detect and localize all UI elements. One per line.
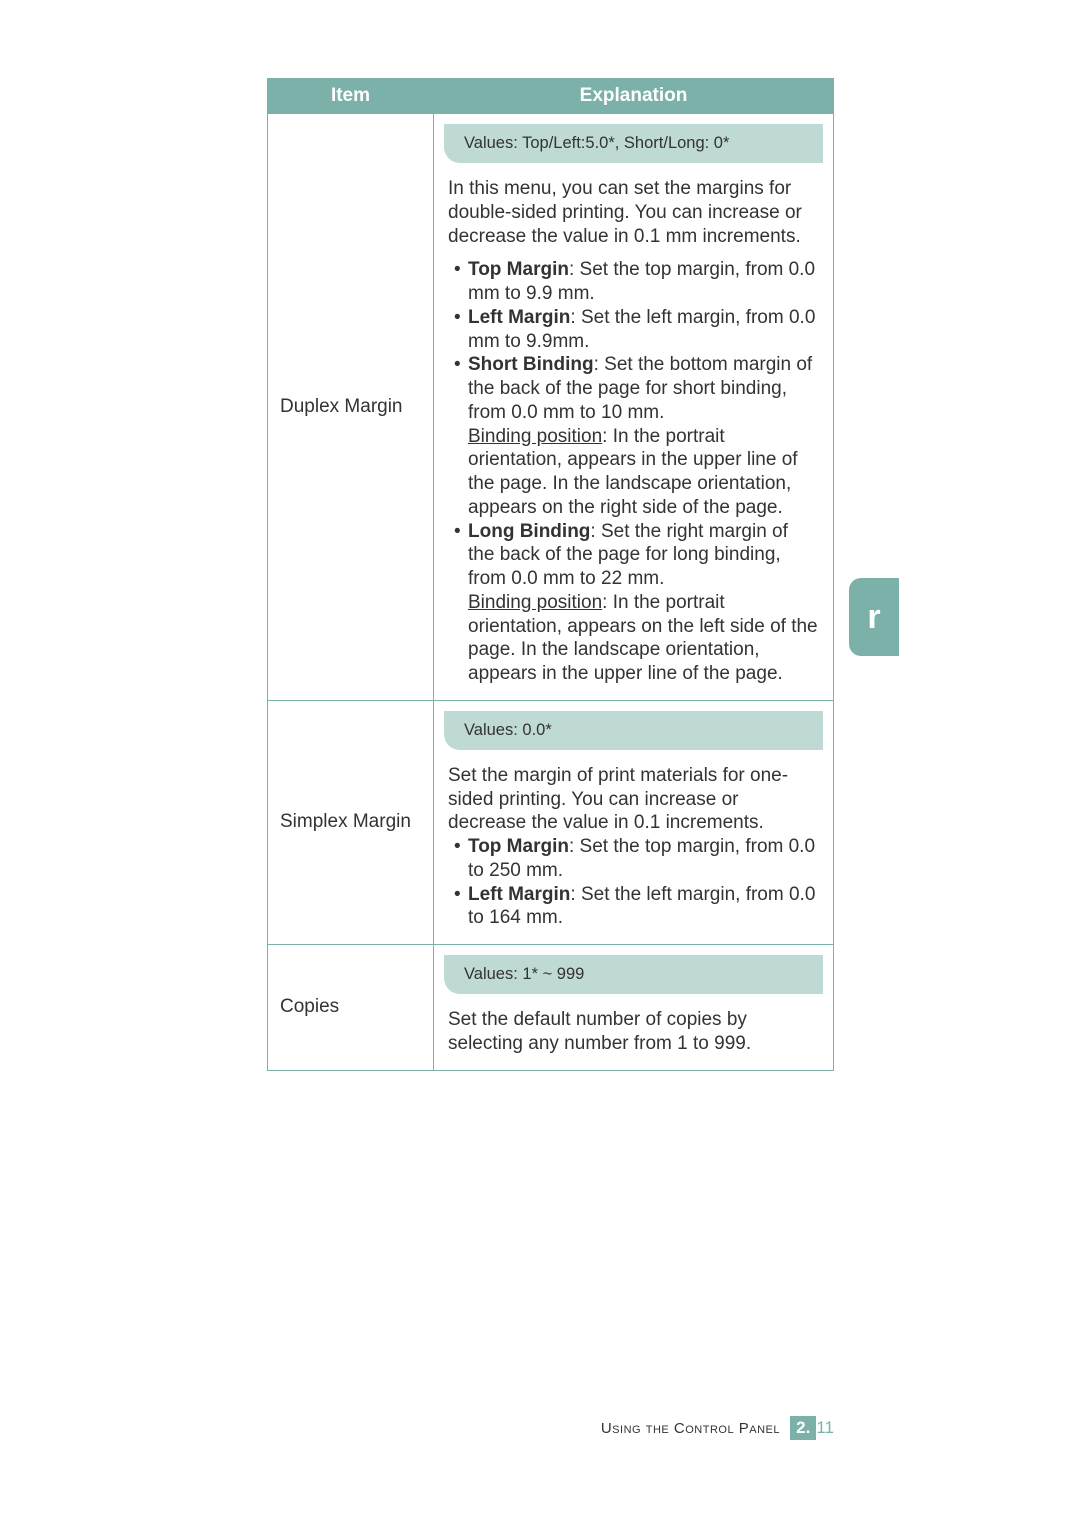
intro-text: Set the margin of print materials for on… xyxy=(448,765,788,834)
footer-title: Using the Control Panel xyxy=(601,1420,780,1437)
table-row: Copies Values: 1* ~ 999 Set the default … xyxy=(268,945,834,1071)
bullet-list: Top Margin: Set the top margin, from 0.0… xyxy=(448,835,819,930)
page-footer: Using the Control Panel 2.11 xyxy=(267,1416,834,1440)
explanation-body: Set the default number of copies by sele… xyxy=(434,994,833,1070)
list-item: Long Binding: Set the right margin of th… xyxy=(454,520,819,686)
label-binding-position: Binding position xyxy=(468,592,602,613)
label-top-margin: Top Margin xyxy=(468,836,569,857)
list-item: Top Margin: Set the top margin, from 0.0… xyxy=(454,835,819,883)
values-box: Values: Top/Left:5.0*, Short/Long: 0* xyxy=(444,124,823,163)
label-binding-position: Binding position xyxy=(468,426,602,447)
explanation-copies: Values: 1* ~ 999 Set the default number … xyxy=(434,945,834,1071)
explanation-body: Set the margin of print materials for on… xyxy=(434,750,833,944)
table-row: Simplex Margin Values: 0.0* Set the marg… xyxy=(268,700,834,944)
table-row: Duplex Margin Values: Top/Left:5.0*, Sho… xyxy=(268,114,834,701)
header-explanation: Explanation xyxy=(434,79,834,114)
footer-chapter-badge: 2. xyxy=(790,1416,816,1440)
table-header-row: Item Explanation xyxy=(268,79,834,114)
item-duplex-margin: Duplex Margin xyxy=(268,114,434,701)
label-long-binding: Long Binding xyxy=(468,521,590,542)
list-item: Left Margin: Set the left margin, from 0… xyxy=(454,883,819,931)
explanation-duplex-margin: Values: Top/Left:5.0*, Short/Long: 0* In… xyxy=(434,114,834,701)
label-top-margin: Top Margin xyxy=(468,259,569,280)
label-short-binding: Short Binding xyxy=(468,354,594,375)
list-item: Short Binding: Set the bottom margin of … xyxy=(454,353,819,519)
header-item: Item xyxy=(268,79,434,114)
values-box: Values: 1* ~ 999 xyxy=(444,955,823,994)
content-area: Item Explanation Duplex Margin Values: T… xyxy=(267,78,834,1071)
label-left-margin: Left Margin xyxy=(468,884,570,905)
label-left-margin: Left Margin xyxy=(468,307,570,328)
list-item: Left Margin: Set the left margin, from 0… xyxy=(454,306,819,354)
item-copies: Copies xyxy=(268,945,434,1071)
item-simplex-margin: Simplex Margin xyxy=(268,700,434,944)
settings-table: Item Explanation Duplex Margin Values: T… xyxy=(267,78,834,1071)
intro-text: In this menu, you can set the margins fo… xyxy=(448,177,819,248)
explanation-simplex-margin: Values: 0.0* Set the margin of print mat… xyxy=(434,700,834,944)
footer-page-number: 11 xyxy=(816,1418,834,1437)
explanation-body: In this menu, you can set the margins fo… xyxy=(434,163,833,700)
text: Set the default number of copies by sele… xyxy=(448,1009,751,1054)
side-tab: r xyxy=(849,578,899,656)
values-box: Values: 0.0* xyxy=(444,711,823,750)
list-item: Top Margin: Set the top margin, from 0.0… xyxy=(454,258,819,306)
bullet-list: Top Margin: Set the top margin, from 0.0… xyxy=(448,258,819,686)
